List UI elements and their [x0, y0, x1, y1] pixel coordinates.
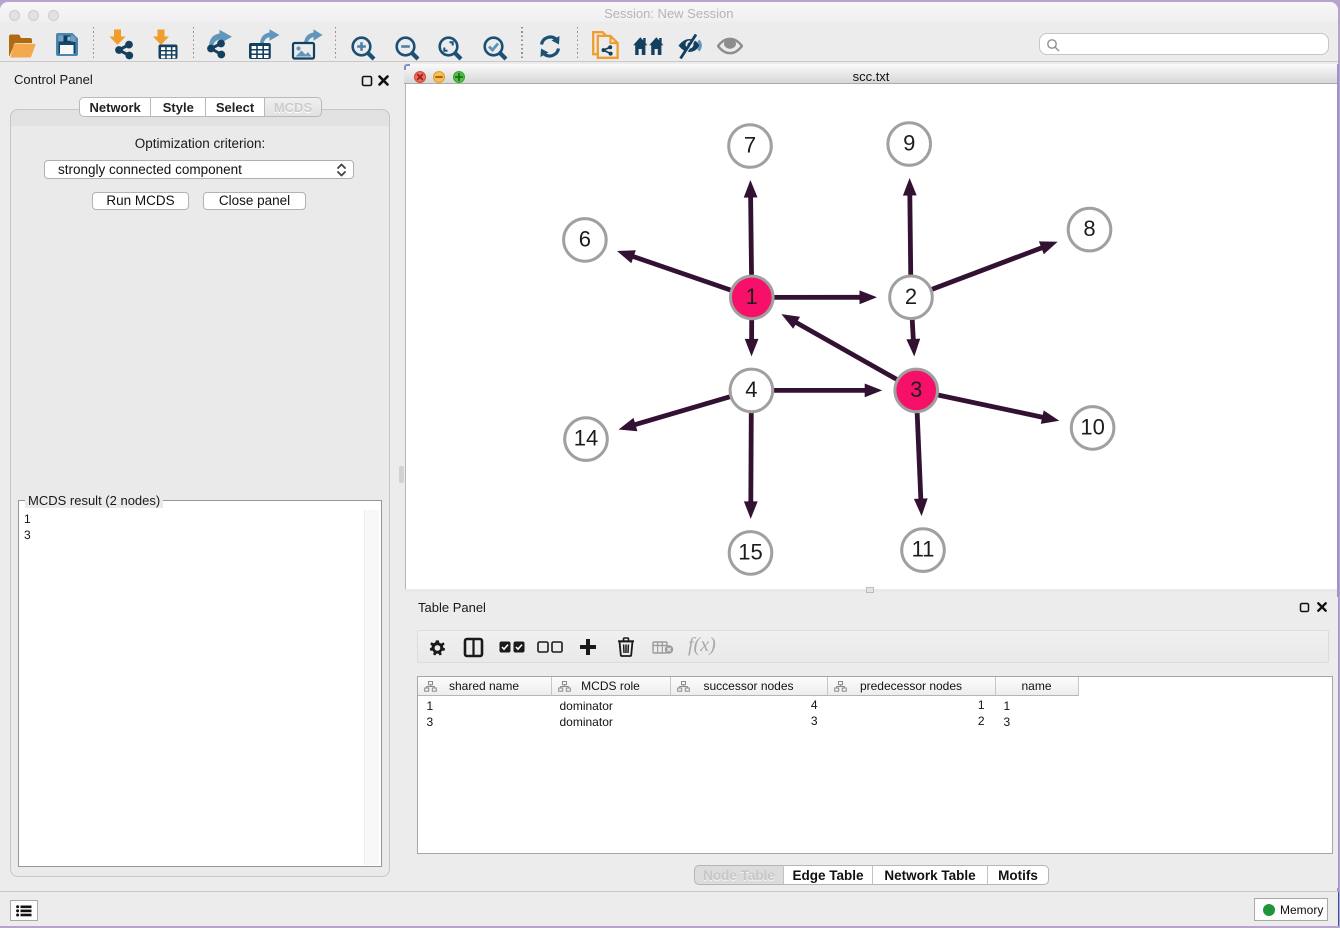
svg-text:2: 2 — [905, 284, 917, 309]
svg-text:3: 3 — [910, 377, 922, 402]
svg-text:10: 10 — [1080, 414, 1104, 439]
svg-text:1: 1 — [746, 284, 758, 309]
svg-text:4: 4 — [745, 377, 757, 402]
svg-text:15: 15 — [738, 539, 762, 564]
svg-text:14: 14 — [574, 426, 598, 451]
svg-text:7: 7 — [744, 133, 756, 158]
svg-text:11: 11 — [912, 537, 935, 562]
svg-text:8: 8 — [1083, 216, 1095, 241]
svg-text:9: 9 — [903, 131, 915, 156]
svg-text:6: 6 — [579, 226, 591, 251]
